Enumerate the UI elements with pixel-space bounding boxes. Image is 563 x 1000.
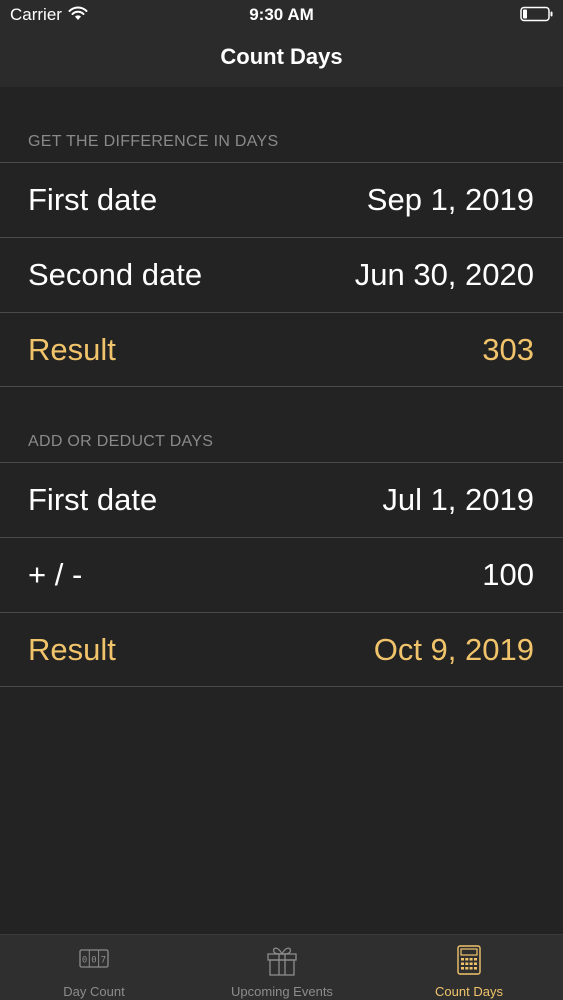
row-first-date-add[interactable]: First date Jul 1, 2019 [0,462,563,537]
gift-icon [267,947,297,976]
navigation-bar: Count Days [0,30,563,87]
svg-text:0: 0 [91,956,96,966]
tab-label: Upcoming Events [231,984,333,999]
tab-bar: 0 0 7 Day Count Upcoming Events Count Da… [0,934,563,1000]
section-header-add-deduct: ADD OR DEDUCT DAYS [28,433,214,450]
calculator-icon [457,945,481,975]
result-label: Result [28,632,116,667]
section-header-difference: GET THE DIFFERENCE IN DAYS [28,133,279,150]
result-days-value: 303 [482,332,534,367]
row-first-date[interactable]: First date Sep 1, 2019 [0,162,563,237]
counter-icon: 0 0 7 [79,949,109,968]
row-result-difference: Result 303 [0,312,563,387]
result-date-value: Oct 9, 2019 [373,632,534,667]
first-date-value[interactable]: Sep 1, 2019 [367,182,534,218]
tab-count-days[interactable]: Count Days [375,935,563,1000]
battery-icon [520,6,553,22]
svg-text:7: 7 [101,956,106,966]
tab-label: Count Days [435,984,503,999]
row-second-date[interactable]: Second date Jun 30, 2020 [0,237,563,312]
row-label: + / - [28,557,83,592]
row-label: First date [28,482,158,517]
tab-upcoming-events[interactable]: Upcoming Events [188,935,376,1000]
tab-day-count[interactable]: 0 0 7 Day Count [0,935,188,1000]
first-date-add-value[interactable]: Jul 1, 2019 [382,482,534,518]
row-label: First date [28,182,158,217]
status-bar: Carrier 9:30 AM [0,0,563,30]
row-result-date: Result Oct 9, 2019 [0,612,563,687]
second-date-value[interactable]: Jun 30, 2020 [355,257,534,293]
row-plus-minus[interactable]: + / - 100 [0,537,563,612]
days-offset-value[interactable]: 100 [482,557,534,593]
tab-label: Day Count [63,984,125,999]
status-time: 9:30 AM [249,5,314,24]
page-title: Count Days [220,44,343,69]
row-label: Second date [28,257,203,292]
result-label: Result [28,332,116,367]
svg-text:0: 0 [82,956,87,966]
